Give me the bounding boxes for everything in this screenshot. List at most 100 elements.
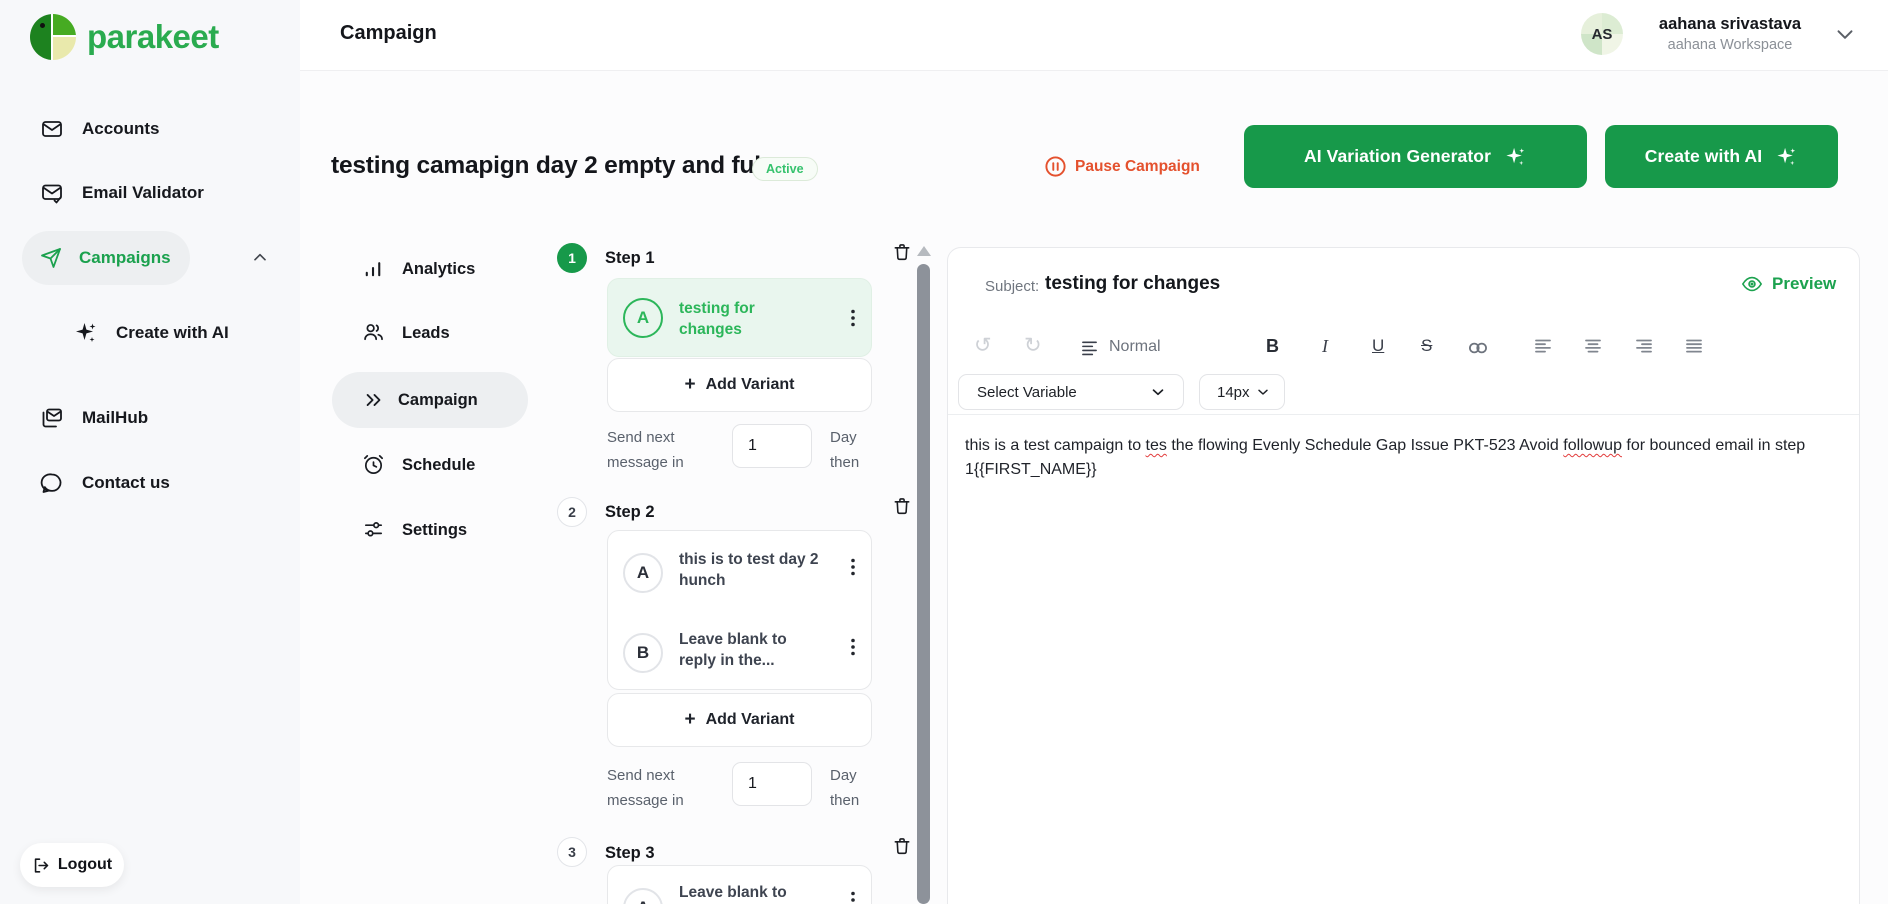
sidebar-item-email-validator[interactable]: Email Validator [0,177,300,209]
preview-button[interactable]: Preview [1741,273,1836,295]
pause-campaign-label: Pause Campaign [1075,158,1200,176]
underline-button[interactable]: U [1372,336,1384,356]
align-left-button[interactable] [1534,338,1552,354]
mail-tray-icon [40,406,64,430]
sparkles-icon [1775,145,1798,168]
variant-letter-badge: A [623,553,663,593]
text-style-dropdown[interactable]: Normal [1081,338,1161,356]
variable-select[interactable]: Select Variable [958,374,1184,410]
editor-divider [948,414,1859,415]
variant-menu-icon[interactable] [844,637,862,657]
topbar: Campaign AS aahana srivastava aahana Wor… [300,0,1888,71]
redo-button[interactable]: ↻ [1024,333,1042,358]
tab-label: Schedule [402,456,475,475]
sidebar-item-create-with-ai[interactable]: Create with AI [0,317,300,349]
step-1-number: 1 [557,243,587,273]
sidebar-item-contact-us[interactable]: Contact us [0,467,300,499]
variant-card-step3-a[interactable]: A Leave blank to [607,865,872,904]
tab-campaign[interactable]: Campaign [332,372,528,428]
sparkles-icon [1504,145,1527,168]
align-justify-button[interactable] [1685,338,1703,354]
variant-menu-icon[interactable] [844,308,862,328]
create-with-ai-button[interactable]: Create with AI [1605,125,1838,188]
delay-input-step2[interactable] [732,762,812,806]
envelope-icon [40,117,64,141]
add-variant-button-step1[interactable]: + Add Variant [607,358,872,412]
sidebar-item-mailhub[interactable]: MailHub [0,402,300,434]
variant-label: testing for changes [679,298,819,340]
delete-step-3-icon[interactable] [892,835,912,857]
logout-icon [32,856,51,875]
scrollbar-thumb[interactable] [917,264,930,904]
logout-button[interactable]: Logout [20,843,124,887]
ai-variation-generator-button[interactable]: AI Variation Generator [1244,125,1587,188]
text-style-icon [1081,339,1098,356]
step-1-title: Step 1 [605,249,655,268]
sliders-icon [362,518,386,542]
scrollbar-up-arrow[interactable] [917,246,931,256]
sidebar-item-label: MailHub [82,408,148,428]
plus-icon: + [684,709,695,731]
tab-label: Analytics [402,260,475,279]
variant-label: this is to test day 2 hunch [679,549,819,591]
subject-input[interactable]: testing for changes [1045,273,1220,295]
step-3-title: Step 3 [605,844,655,863]
sidebar-item-accounts[interactable]: Accounts [0,113,300,145]
step-3-number: 3 [557,837,587,867]
step-2-number: 2 [557,497,587,527]
variable-select-value: Select Variable [977,384,1077,401]
tab-analytics[interactable]: Analytics [362,257,475,281]
misspelled-word: followup [1563,437,1622,454]
bold-button[interactable]: B [1266,336,1279,357]
variant-card-step1-a[interactable]: A testing for changes [607,278,872,357]
pause-campaign-button[interactable]: Pause Campaign [1044,155,1200,178]
plus-icon: + [684,374,695,396]
people-icon [362,321,386,345]
delay-input-step1[interactable] [732,424,812,468]
status-badge: Active [752,157,818,181]
variant-menu-icon[interactable] [844,890,862,904]
bar-chart-icon [362,257,386,281]
align-right-button[interactable] [1635,338,1653,354]
undo-button[interactable]: ↺ [974,333,992,358]
sparkles-icon [74,321,98,345]
envelope-check-icon [40,181,64,205]
campaign-title: testing camapign day 2 empty and ful [331,152,761,180]
chevron-down-icon[interactable] [1832,21,1858,47]
tab-leads[interactable]: Leads [362,321,450,345]
align-center-icon [1584,338,1602,354]
variant-label: Leave blank to reply in the... [679,629,819,671]
sidebar-item-label: Contact us [82,473,170,493]
user-menu[interactable]: AS aahana srivastava aahana Workspace [1581,13,1858,55]
parakeet-logo-icon [30,14,76,60]
align-right-icon [1635,338,1653,354]
chevron-up-icon[interactable] [250,248,270,268]
avatar: AS [1581,13,1623,55]
text-style-value: Normal [1109,338,1161,356]
tab-settings[interactable]: Settings [362,518,467,542]
italic-button[interactable]: I [1322,336,1328,357]
variant-menu-icon[interactable] [844,557,862,577]
strikethrough-button[interactable]: S [1421,336,1432,356]
send-next-label: Send next message in [607,763,723,813]
link-button[interactable] [1467,340,1489,356]
main-content: testing camapign day 2 empty and ful Act… [300,71,1888,904]
misspelled-word: tes [1146,437,1167,454]
user-workspace: aahana Workspace [1640,37,1820,53]
brand-name: parakeet [87,18,219,56]
sidebar-item-campaigns[interactable]: Campaigns [22,231,190,285]
add-variant-button-step2[interactable]: + Add Variant [607,693,872,747]
font-size-select[interactable]: 14px [1199,374,1285,410]
day-then-label: Day then [830,763,884,813]
email-body-editor[interactable]: this is a test campaign to tes the flowi… [965,434,1840,482]
chevron-down-icon [1149,383,1167,401]
subject-label: Subject: [985,278,1039,295]
tab-schedule[interactable]: Schedule [362,453,475,477]
paper-plane-icon [39,246,63,270]
delete-step-1-icon[interactable] [892,241,912,263]
tab-label: Settings [402,521,467,540]
delete-step-2-icon[interactable] [892,495,912,517]
page-title: Campaign [340,22,437,45]
align-center-button[interactable] [1584,338,1602,354]
variant-letter-badge: A [623,888,663,904]
